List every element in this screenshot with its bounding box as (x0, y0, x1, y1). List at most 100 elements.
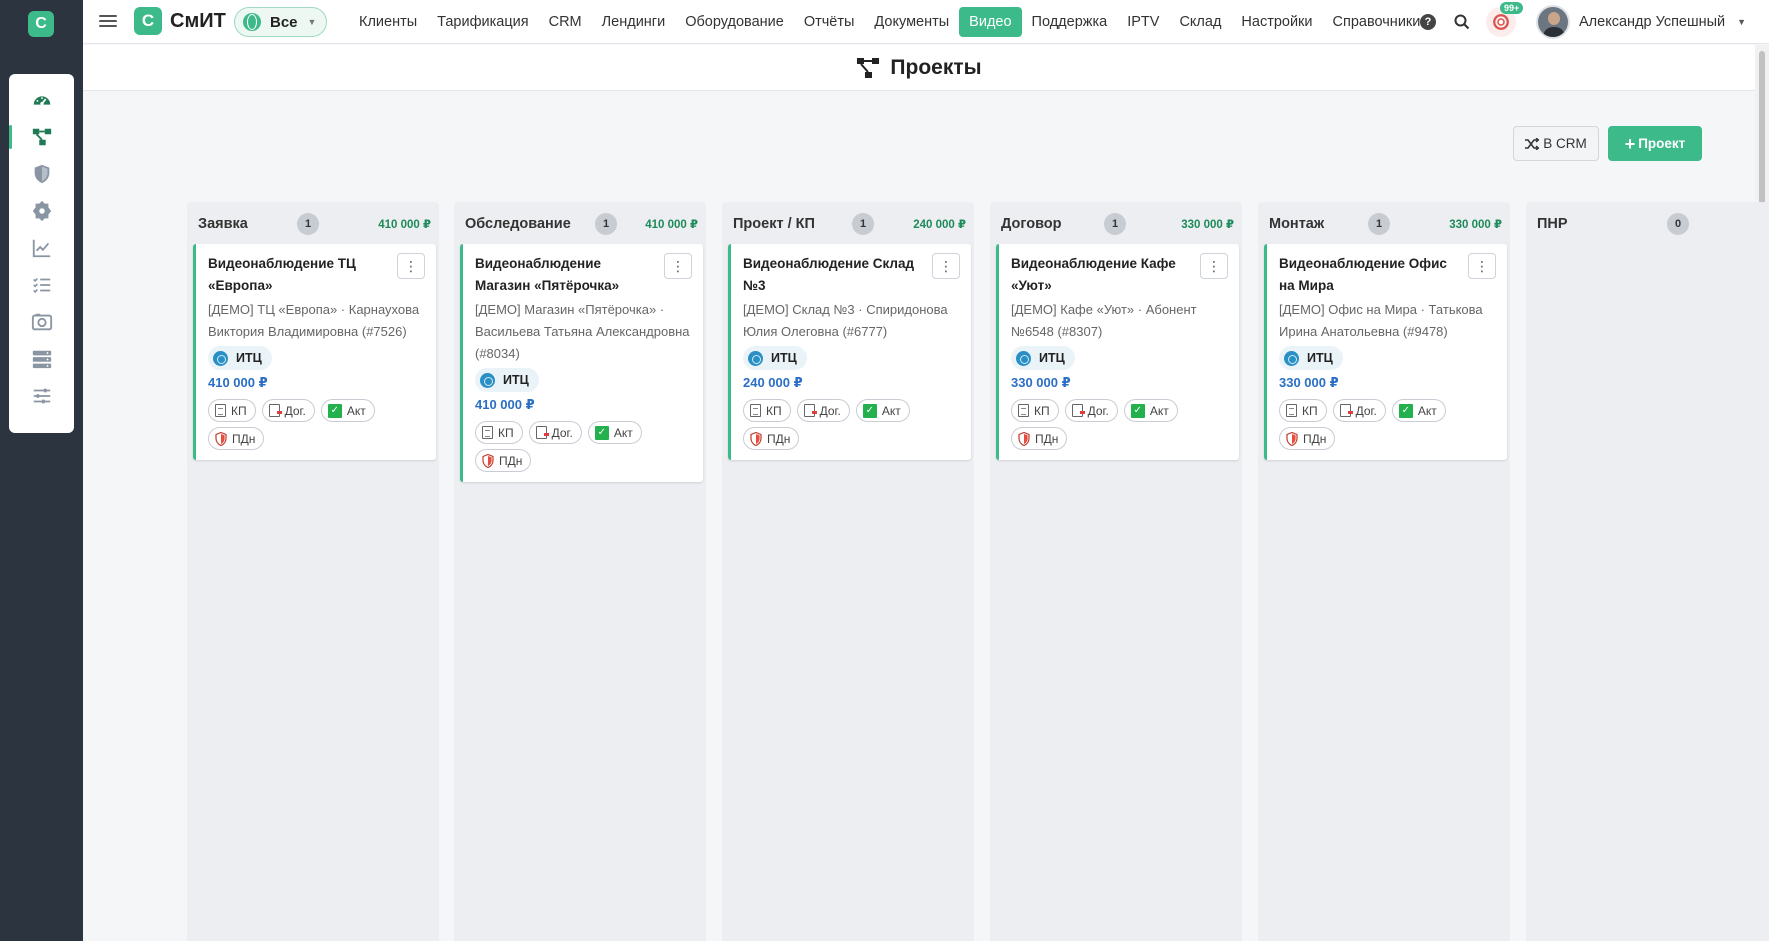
menu-toggle-icon[interactable] (99, 12, 117, 30)
card-menu-button[interactable]: ⋮ (1468, 253, 1496, 279)
card-menu-button[interactable]: ⋮ (932, 253, 960, 279)
doc-contract-button[interactable]: Дог. (796, 399, 850, 422)
document-icon (215, 404, 226, 417)
card-price: 330 000 ₽ (1279, 375, 1339, 390)
notifications-badge: 99+ (1500, 2, 1524, 14)
notifications-button[interactable]: 99+ (1486, 2, 1524, 37)
checklist-icon (32, 277, 50, 294)
column-sum: 410 000 ₽ (378, 219, 431, 231)
nav-item-billing[interactable]: Тарификация (427, 7, 538, 37)
help-icon[interactable]: ? (1420, 14, 1436, 30)
project-card[interactable]: ⋮ Видеонаблюдение ТЦ «Европа» [ДЕМО] ТЦ «Е… (193, 244, 436, 460)
rail-item-projects[interactable] (9, 120, 74, 154)
kanban-column: Договор 1 330 000 ₽ ⋮ Видеонаблюдение Кафе «… (990, 202, 1242, 941)
doc-pd-button[interactable]: ПДн (1011, 427, 1068, 450)
doc-act-button[interactable]: ✓ Акт (1123, 399, 1178, 422)
doc-label: Акт (613, 425, 633, 440)
rail-item-security[interactable] (9, 157, 74, 191)
company-tag[interactable]: ИТЦ (1011, 346, 1075, 370)
nav-item-landings[interactable]: Лендинги (592, 7, 676, 37)
card-menu-button[interactable]: ⋮ (1200, 253, 1228, 279)
user-name: Александр Успешный (1579, 14, 1726, 30)
nav-item-video[interactable]: Видео (959, 7, 1022, 37)
doc-contract-button[interactable]: Дог. (261, 399, 315, 422)
nav-item-iptv[interactable]: IPTV (1117, 7, 1169, 37)
rail-item-tasks[interactable] (9, 268, 74, 302)
nav-item-crm[interactable]: CRM (539, 7, 592, 37)
company-tag[interactable]: ИТЦ (208, 346, 272, 370)
doc-label: Дог. (1087, 403, 1109, 418)
rail-item-settings[interactable] (9, 379, 74, 413)
project-card[interactable]: ⋮ Видеонаблюдение Склад №3 [ДЕМО] Склад №3… (728, 244, 971, 460)
doc-pd-button[interactable]: ПДн (1279, 427, 1336, 450)
project-card[interactable]: ⋮ Видеонаблюдение Кафе «Уют» [ДЕМО] Кафе «… (996, 244, 1239, 460)
doc-kp-button[interactable]: КП (208, 399, 256, 422)
more-vertical-icon: ⋮ (1207, 257, 1221, 274)
doc-act-button[interactable]: ✓ Акт (320, 399, 375, 422)
nav-item-reports[interactable]: Отчёты (794, 7, 865, 37)
company-tag[interactable]: ИТЦ (1279, 346, 1343, 370)
kanban-column: Обследование 1 410 000 ₽ ⋮ Видеонаблюдение М… (454, 202, 706, 941)
doc-act-button[interactable]: ✓ Акт (1391, 399, 1446, 422)
company-tag[interactable]: ИТЦ (475, 368, 539, 392)
card-documents: КП Дог. ✓ Акт ПДн (1279, 399, 1495, 450)
card-title: Видеонаблюдение Офис на Мира (1279, 256, 1447, 293)
doc-contract-button[interactable]: Дог. (528, 421, 582, 444)
doc-act-button[interactable]: ✓ Акт (587, 421, 642, 444)
card-subtitle: [ДЕМО] Офис на Мира · Татькова Ирина Ана… (1279, 302, 1483, 339)
rail-item-dashboard[interactable] (9, 83, 74, 117)
nav-item-clients[interactable]: Клиенты (349, 7, 427, 37)
rail-item-badge[interactable] (9, 194, 74, 228)
column-title: Проект / КП (733, 216, 815, 232)
card-menu-button[interactable]: ⋮ (397, 253, 425, 279)
nav-item-support[interactable]: Поддержка (1022, 7, 1118, 37)
user-menu[interactable]: Александр Успешный ▼ (1536, 5, 1746, 39)
company-logo-icon (748, 350, 763, 366)
doc-pd-button[interactable]: ПДн (475, 449, 532, 472)
rail-item-reports[interactable] (9, 231, 74, 265)
doc-contract-button[interactable]: Дог. (1332, 399, 1386, 422)
company-tag-label: ИТЦ (1039, 351, 1065, 365)
search-icon[interactable] (1454, 14, 1470, 30)
rail-item-cameras[interactable] (9, 305, 74, 339)
kanban-column: Проект / КП 1 240 000 ₽ ⋮ Видеонаблюдение Ск… (722, 202, 974, 941)
scope-label: Все (270, 13, 298, 31)
nav-item-documents[interactable]: Документы (864, 7, 959, 37)
scope-selector[interactable]: Все ▼ (234, 7, 327, 37)
project-card[interactable]: ⋮ Видеонаблюдение Офис на Мира [ДЕМО] Офис… (1264, 244, 1507, 460)
doc-pd-button[interactable]: ПДн (208, 427, 265, 450)
doc-label: Акт (1417, 403, 1437, 418)
check-icon: ✓ (327, 403, 342, 418)
doc-contract-button[interactable]: Дог. (1064, 399, 1118, 422)
card-documents: КП Дог. ✓ Акт ПДн (1011, 399, 1227, 450)
doc-kp-button[interactable]: КП (1011, 399, 1059, 422)
nav-item-settings[interactable]: Настройки (1231, 7, 1322, 37)
project-card[interactable]: ⋮ Видеонаблюдение Магазин «Пятёрочка» [ДЕМ… (460, 244, 703, 482)
to-crm-button[interactable]: В CRM (1513, 126, 1599, 161)
company-tag-label: ИТЦ (236, 351, 262, 365)
card-price: 330 000 ₽ (1011, 375, 1071, 390)
rail-logo[interactable]: С (28, 11, 54, 37)
card-subtitle: [ДЕМО] Магазин «Пятёрочка» · Васильева Т… (475, 302, 690, 361)
doc-pd-button[interactable]: ПДн (743, 427, 800, 450)
nav-item-equipment[interactable]: Оборудование (675, 7, 794, 37)
new-project-button[interactable]: + Проект (1608, 126, 1702, 161)
caret-down-icon: ▼ (307, 17, 317, 27)
nav-item-warehouse[interactable]: Склад (1169, 7, 1231, 37)
rail-item-servers[interactable] (9, 342, 74, 376)
contract-icon (803, 404, 817, 417)
more-vertical-icon: ⋮ (671, 257, 685, 274)
avatar (1536, 5, 1570, 39)
doc-kp-button[interactable]: КП (743, 399, 791, 422)
card-subtitle: [ДЕМО] Кафе «Уют» · Абонент №6548 (#8307… (1011, 302, 1197, 339)
doc-kp-button[interactable]: КП (1279, 399, 1327, 422)
doc-kp-button[interactable]: КП (475, 421, 523, 444)
company-tag[interactable]: ИТЦ (743, 346, 807, 370)
column-title: Монтаж (1269, 216, 1325, 232)
doc-act-button[interactable]: ✓ Акт (855, 399, 910, 422)
nav-item-references[interactable]: Справочники (1323, 7, 1431, 37)
shield-icon (1286, 431, 1298, 446)
projects-icon (857, 57, 880, 78)
brand[interactable]: С СмИТ (134, 7, 226, 35)
card-menu-button[interactable]: ⋮ (664, 253, 692, 279)
